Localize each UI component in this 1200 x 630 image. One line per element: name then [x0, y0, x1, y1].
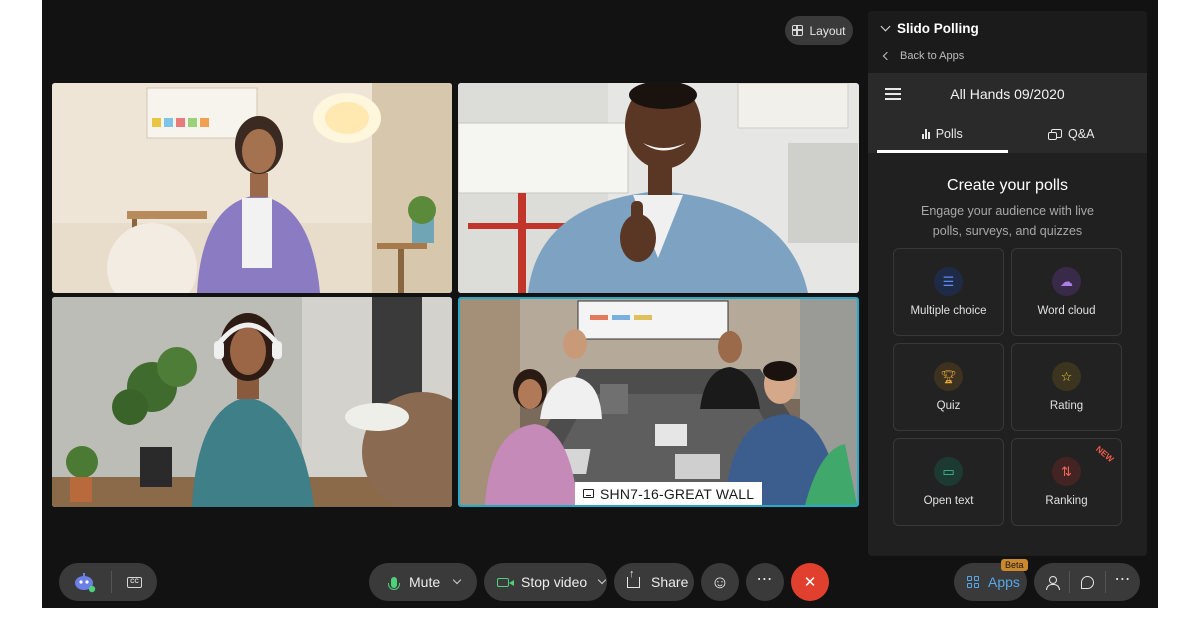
poll-type-word-cloud[interactable]: ☁ Word cloud	[1011, 248, 1122, 336]
assistant-bot-icon	[75, 573, 96, 593]
reactions-button[interactable]: ☺	[701, 563, 739, 601]
create-polls-intro: Create your polls Engage your audience w…	[868, 177, 1147, 241]
tab-qa-label: Q&A	[1068, 126, 1095, 141]
layout-button-label: Layout	[809, 23, 846, 38]
beta-badge: Beta	[1001, 559, 1028, 571]
poll-type-label: Quiz	[936, 400, 961, 412]
sort-arrows-icon: ⇅	[1052, 457, 1081, 486]
layout-button[interactable]: Layout	[785, 16, 853, 45]
apps-label: Apps	[988, 574, 1020, 590]
speech-bubble-icon: ▭	[934, 457, 963, 486]
left-controls: CC	[59, 563, 157, 601]
new-badge: NEW	[1094, 443, 1116, 465]
tab-polls-label: Polls	[935, 126, 963, 141]
meeting-window: Layout SHN7-16-GREAT WALL Slido Polling …	[42, 0, 1158, 608]
stop-video-label: Stop video	[521, 574, 588, 590]
event-title: All Hands 09/2020	[950, 85, 1065, 102]
create-polls-description: Engage your audience with live polls, sur…	[868, 201, 1147, 241]
more-options-button[interactable]: ⋯	[746, 563, 784, 601]
poll-type-label: Rating	[1049, 400, 1084, 412]
participant-name: SHN7-16-GREAT WALL	[600, 485, 755, 502]
panel-title: Slido Polling	[897, 21, 979, 36]
chevron-down-icon[interactable]	[597, 575, 607, 585]
participant-video-3	[52, 297, 452, 507]
back-to-apps-link[interactable]: Back to Apps	[882, 50, 1135, 62]
more-panels-button[interactable]: ⋯	[1106, 563, 1140, 601]
mute-button[interactable]: Mute	[369, 563, 477, 601]
share-icon	[627, 568, 640, 588]
back-to-apps-label: Back to Apps	[900, 50, 965, 62]
poll-type-multiple-choice[interactable]: ☰ Multiple choice	[893, 248, 1004, 336]
cloud-icon: ☁	[1052, 267, 1081, 296]
video-camera-icon	[497, 577, 514, 587]
apps-grid-icon	[967, 576, 979, 588]
person-icon	[1045, 575, 1060, 590]
participants-button[interactable]	[1034, 563, 1069, 601]
video-tile-2[interactable]	[458, 83, 859, 293]
share-button[interactable]: Share	[614, 563, 694, 601]
slido-tabs: Polls Q&A	[868, 114, 1147, 153]
chat-bubbles-icon	[1048, 129, 1063, 140]
panel-title-row[interactable]: Slido Polling	[880, 21, 1135, 36]
poll-type-label: Word cloud	[1037, 305, 1096, 317]
bar-chart-icon	[921, 128, 930, 139]
chevron-left-icon	[882, 51, 892, 61]
poll-type-label: Multiple choice	[910, 305, 987, 317]
poll-type-ranking[interactable]: NEW ⇅ Ranking	[1011, 438, 1122, 526]
mute-label: Mute	[409, 574, 441, 590]
star-icon: ☆	[1052, 362, 1081, 391]
poll-type-open-text[interactable]: ▭ Open text	[893, 438, 1004, 526]
chevron-down-icon[interactable]	[880, 21, 891, 32]
description-line-2: polls, surveys, and quizzes	[932, 224, 1083, 238]
chat-icon	[1081, 575, 1094, 589]
chat-button[interactable]	[1070, 563, 1105, 601]
stop-video-button[interactable]: Stop video	[484, 563, 607, 601]
slido-side-panel: Slido Polling Back to Apps All Hands 09/…	[868, 11, 1147, 556]
poll-type-quiz[interactable]: 🏆︎ Quiz	[893, 343, 1004, 431]
video-tile-4-active-speaker[interactable]: SHN7-16-GREAT WALL	[458, 297, 859, 507]
video-tile-1[interactable]	[52, 83, 452, 293]
closed-captions-icon: CC	[127, 576, 142, 588]
create-polls-heading: Create your polls	[947, 177, 1068, 194]
close-icon: ✕	[803, 574, 817, 591]
slido-header: All Hands 09/2020	[868, 73, 1147, 114]
list-icon: ☰	[934, 267, 963, 296]
share-label: Share	[651, 574, 689, 590]
right-controls: ⋯	[1034, 563, 1140, 601]
participant-video-1	[52, 83, 452, 293]
more-icon: ⋯	[756, 571, 774, 588]
participant-name-tag: SHN7-16-GREAT WALL	[575, 482, 763, 505]
tab-polls[interactable]: Polls	[877, 114, 1008, 153]
smiley-icon: ☺	[710, 571, 730, 592]
tab-qa[interactable]: Q&A	[1008, 114, 1139, 153]
poll-type-grid: ☰ Multiple choice ☁ Word cloud 🏆︎ Quiz ☆…	[893, 248, 1122, 526]
poll-type-label: Open text	[923, 495, 974, 507]
end-call-button[interactable]: ✕	[791, 563, 829, 601]
microphone-icon	[388, 576, 400, 590]
participant-video-4	[460, 299, 857, 505]
panel-header: Slido Polling Back to Apps	[868, 11, 1147, 73]
poll-type-rating[interactable]: ☆ Rating	[1011, 343, 1122, 431]
video-tile-3[interactable]	[52, 297, 452, 507]
chevron-down-icon[interactable]	[452, 575, 462, 585]
webex-assistant-button[interactable]	[59, 563, 111, 601]
room-device-icon	[583, 489, 594, 498]
grid-layout-icon	[792, 25, 804, 36]
hamburger-menu-icon[interactable]	[885, 88, 901, 100]
trophy-icon: 🏆︎	[934, 362, 963, 391]
closed-captions-button[interactable]: CC	[112, 563, 157, 601]
description-line-1: Engage your audience with live	[920, 204, 1095, 218]
poll-type-label: Ranking	[1045, 495, 1088, 507]
more-icon: ⋯	[1114, 571, 1132, 588]
participant-video-2	[458, 83, 859, 293]
